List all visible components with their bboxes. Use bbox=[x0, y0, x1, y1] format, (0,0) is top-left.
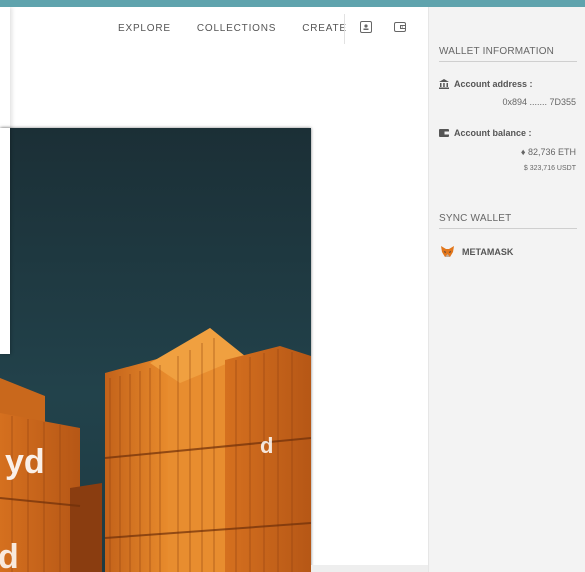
svg-text:d: d bbox=[260, 433, 273, 458]
account-balance-text: Account balance : bbox=[454, 128, 532, 138]
svg-text:yd: yd bbox=[5, 443, 45, 481]
account-balance-label: Account balance : bbox=[439, 128, 532, 138]
usdt-balance: $ 323,716 USDT bbox=[524, 165, 576, 172]
nav-create[interactable]: CREATE bbox=[302, 23, 347, 34]
bottom-strip bbox=[311, 565, 428, 572]
metamask-label: METAMASK bbox=[462, 246, 514, 257]
eth-balance: ♦ 82,736 ETH bbox=[521, 147, 576, 157]
account-address-value: 0x894 ....... 7D355 bbox=[502, 97, 576, 107]
artwork-image[interactable]: yd d d bbox=[0, 128, 311, 572]
usdt-balance-value: 323,716 USDT bbox=[529, 165, 576, 172]
profile-icon[interactable] bbox=[360, 20, 374, 34]
dollar-icon: $ bbox=[523, 165, 528, 172]
account-address-text: Account address : bbox=[454, 79, 533, 89]
eth-balance-value: 82,736 ETH bbox=[527, 147, 576, 157]
wallet-icon[interactable] bbox=[394, 20, 408, 34]
side-panel-edge bbox=[0, 128, 10, 354]
top-nav: EXPLORE COLLECTIONS CREATE bbox=[118, 14, 406, 44]
wallet-sidebar: WALLET INFORMATION Account address : 0x8… bbox=[428, 7, 585, 572]
main-content: EXPLORE COLLECTIONS CREATE yd d d bbox=[0, 7, 428, 572]
sync-wallet-title: SYNC WALLET bbox=[439, 213, 577, 229]
wallet-info-title: WALLET INFORMATION bbox=[439, 46, 577, 62]
eth-icon: ♦ bbox=[520, 147, 526, 157]
bank-icon bbox=[439, 79, 449, 89]
metamask-button[interactable]: METAMASK bbox=[441, 246, 513, 257]
svg-text:d: d bbox=[0, 538, 19, 572]
nav-divider bbox=[344, 14, 345, 44]
top-accent-bar bbox=[0, 0, 585, 7]
nav-explore[interactable]: EXPLORE bbox=[118, 23, 171, 34]
metamask-fox-icon bbox=[441, 246, 454, 257]
wallet-card-icon bbox=[439, 129, 449, 137]
nav-collections[interactable]: COLLECTIONS bbox=[197, 23, 276, 34]
account-address-label: Account address : bbox=[439, 79, 533, 89]
